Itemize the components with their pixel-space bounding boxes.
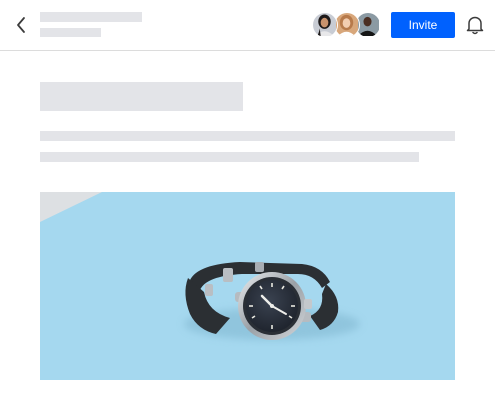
text-line-placeholder [40,131,455,141]
invite-button[interactable]: Invite [391,12,455,38]
chevron-left-icon [17,17,25,33]
top-bar: Invite [0,0,495,51]
bell-icon [466,16,484,35]
subtitle-placeholder [40,28,101,37]
document-page: Invite [0,0,495,400]
title-placeholder [40,12,142,22]
notifications-button[interactable] [464,14,486,36]
hero-image [40,192,455,380]
back-button[interactable] [10,12,32,38]
watch-photo [40,192,455,380]
text-line-placeholder [40,152,419,162]
heading-placeholder [40,82,243,111]
collaborator-avatars[interactable] [312,12,382,38]
avatar[interactable] [312,12,338,38]
